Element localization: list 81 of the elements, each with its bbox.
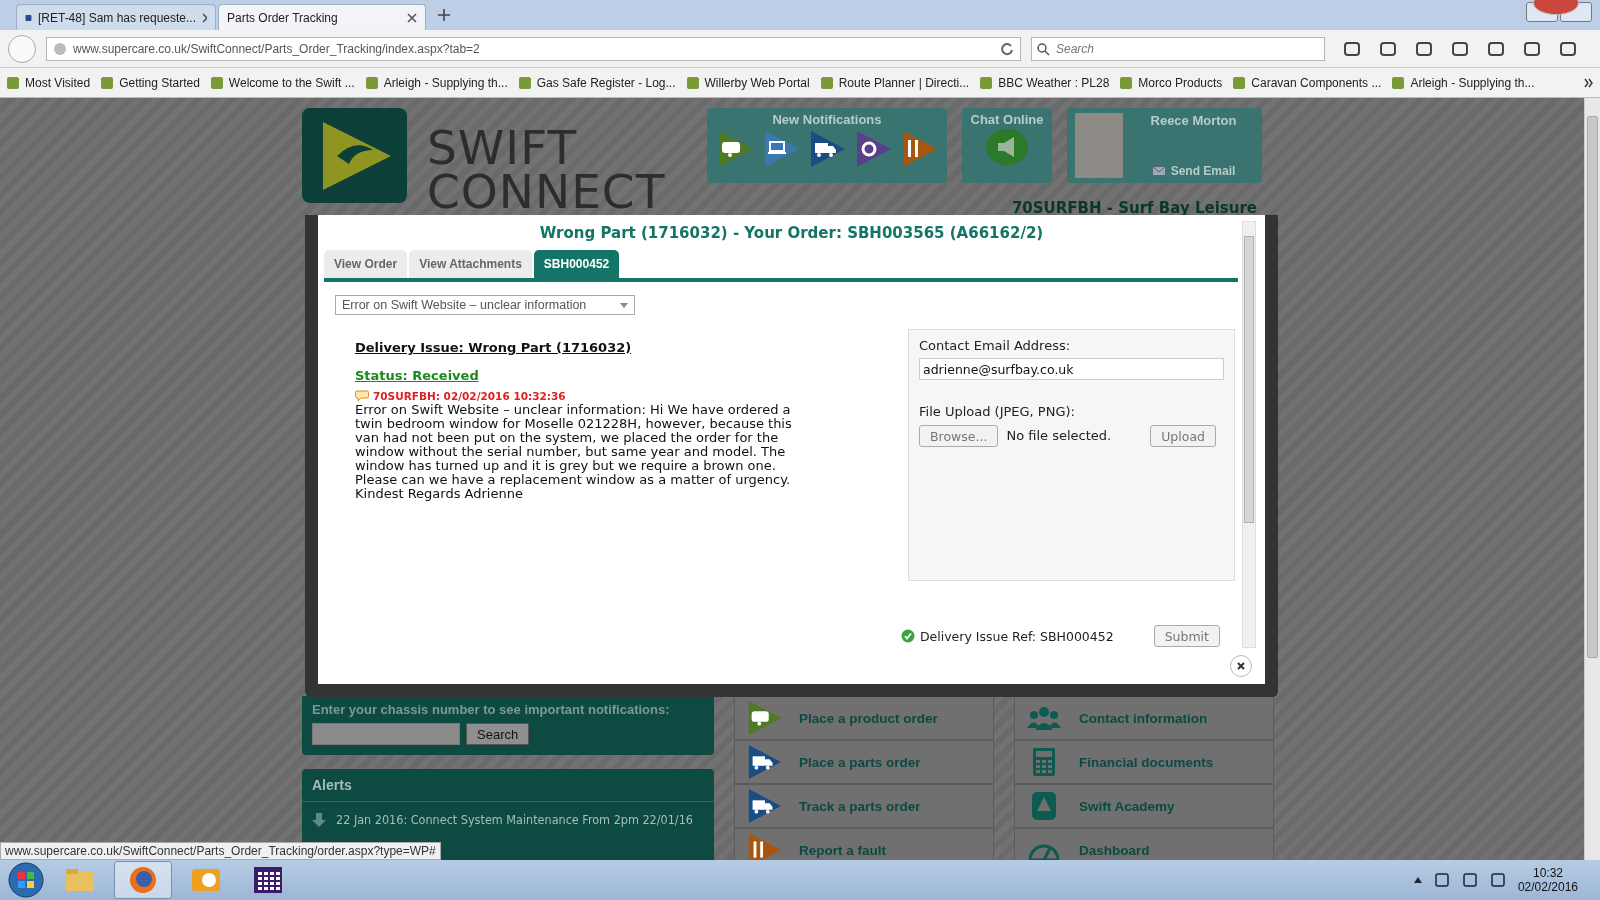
dialog-scrollbar[interactable] <box>1242 221 1256 648</box>
issue-heading: Delivery Issue: Wrong Part (1716032) <box>355 339 633 357</box>
email-field[interactable]: adrienne@surfbay.co.uk <box>919 358 1224 380</box>
close-icon[interactable] <box>1230 655 1252 677</box>
folder-icon <box>65 868 95 892</box>
dialog-tab[interactable]: SBH000452 <box>533 250 620 278</box>
bookmark-icon <box>6 75 20 90</box>
bookmark-link[interactable]: Arleigh - Supplying th... <box>1391 75 1535 90</box>
people-icon <box>1027 706 1061 730</box>
bookmark-link[interactable]: Most Visited <box>6 75 91 90</box>
field-label: Contact Email Address: <box>919 338 1072 354</box>
panel-title: New Notifications <box>772 112 882 127</box>
bookmark-link[interactable]: BBC Weather : PL28 <box>979 75 1110 90</box>
chassis-prompt: Enter your chassis number to see important notifications: <box>312 702 671 717</box>
logo-text: CONNECT <box>427 170 666 214</box>
bookmark-icon <box>100 75 115 90</box>
browser-tab[interactable]: Parts Order Tracking <box>218 4 426 30</box>
start-button[interactable] <box>6 861 46 899</box>
reference-text: Delivery Issue Ref: SBH000452 <box>919 628 1114 644</box>
mail-clock-icon <box>191 866 221 894</box>
bookmark-icon <box>819 75 834 90</box>
more-bookmarks-icon[interactable] <box>1584 77 1594 88</box>
reload-icon[interactable] <box>1000 41 1014 56</box>
bookmark-icon <box>517 75 532 90</box>
new-tab-icon[interactable] <box>438 9 450 21</box>
field-label: File Upload (JPEG, PNG): <box>919 404 1076 420</box>
close-icon[interactable] <box>202 12 207 23</box>
logo-icon <box>302 108 407 203</box>
down-arrow-icon <box>312 812 326 827</box>
file-status: No file selected. <box>1006 428 1112 444</box>
bookmark-link[interactable]: Morco Products <box>1119 75 1223 90</box>
bookmark-icon <box>1232 75 1247 90</box>
browser-icon <box>128 865 158 895</box>
panel-title: Chat Online <box>970 112 1044 127</box>
dialog-tab[interactable]: View Order <box>324 250 408 278</box>
upload-button[interactable]: Upload <box>1150 425 1216 447</box>
logo-text: SWIFT <box>427 126 578 170</box>
envelope-icon <box>1151 166 1166 176</box>
chassis-field[interactable] <box>312 723 460 745</box>
photo-placeholder <box>1075 113 1123 178</box>
page-scrollbar[interactable] <box>1584 98 1600 860</box>
check-icon <box>900 629 915 643</box>
browser-tab[interactable]: [RET-48] Sam has requeste... <box>16 4 216 30</box>
bookmark-icon <box>979 75 994 90</box>
issue-type-dropdown[interactable]: Error on Swift Website – unclear information <box>335 295 635 315</box>
bookmark-icon <box>1119 75 1134 90</box>
calendar-grid-icon <box>253 866 283 894</box>
user-name: Reece Morton <box>1150 113 1237 128</box>
comment-meta: 70SURFBH: 02/02/2016 10:32:36 <box>373 389 566 403</box>
bookmark-link[interactable]: Gas Safe Register - Log... <box>517 75 676 90</box>
chat-panel[interactable]: Chat Online <box>962 108 1052 183</box>
bookmark-icon <box>364 75 379 90</box>
alerts-title: Alerts <box>302 769 714 802</box>
bookmark-icon <box>1391 75 1406 90</box>
alert-item[interactable]: 22 Jan 2016: Connect System Maintenance From 2pm 22/01/16 <box>336 812 693 827</box>
bookmark-link[interactable]: Willerby Web Portal <box>685 75 810 90</box>
bookmark-link[interactable]: Arleigh - Supplying th... <box>364 75 508 90</box>
bookmark-link[interactable]: Caravan Components ... <box>1232 75 1382 90</box>
account-name: 70SURFBH - Surf Bay Leisure <box>1010 201 1258 215</box>
badge-icon <box>1031 791 1057 821</box>
address-field[interactable]: www.supercare.co.uk/SwiftConnect/Parts_Order_Tracking/index.aspx?tab=2 <box>46 36 1021 61</box>
dialog-tab[interactable]: View Attachments <box>409 250 532 278</box>
close-icon[interactable] <box>407 12 417 23</box>
search-field[interactable]: Search <box>1031 36 1325 61</box>
comment-text: Error on Swift Website – unclear information: Hi We have ordered a twin bedroom window for Moselle 021228H, however, because this van had not been put on the system, we placed the order for the window without the serial number, but same year and model. The window has turned up and it is grey but we require a brown one. Please can we have a replacement window as a matter of urgency. Kindest Regards Adrienne <box>355 403 793 501</box>
browse-button[interactable]: Browse... <box>919 425 999 447</box>
globe-icon <box>53 41 67 56</box>
calculator-icon <box>1032 747 1056 777</box>
speech-bubble-icon <box>355 390 369 402</box>
dialog-title: Wrong Part (1716032) - Your Order: SBH003565 (A66162/2) <box>538 223 1045 243</box>
bookmark-link[interactable]: Route Planner | Directi... <box>819 75 970 90</box>
search-button[interactable]: Search <box>466 723 530 745</box>
clock[interactable]: 10:32 02/02/2016 <box>1517 866 1578 894</box>
tray-arrow-icon[interactable] <box>1413 877 1422 883</box>
bookmark-icon <box>685 75 700 90</box>
submit-button[interactable]: Submit <box>1153 625 1220 647</box>
send-email-link[interactable]: Send Email <box>1151 164 1236 178</box>
bookmark-icon <box>209 75 224 90</box>
bookmark-link[interactable]: Welcome to the Swift ... <box>209 75 355 90</box>
bookmark-link[interactable]: Getting Started <box>100 75 200 90</box>
status-text: Status: Received <box>355 367 480 385</box>
